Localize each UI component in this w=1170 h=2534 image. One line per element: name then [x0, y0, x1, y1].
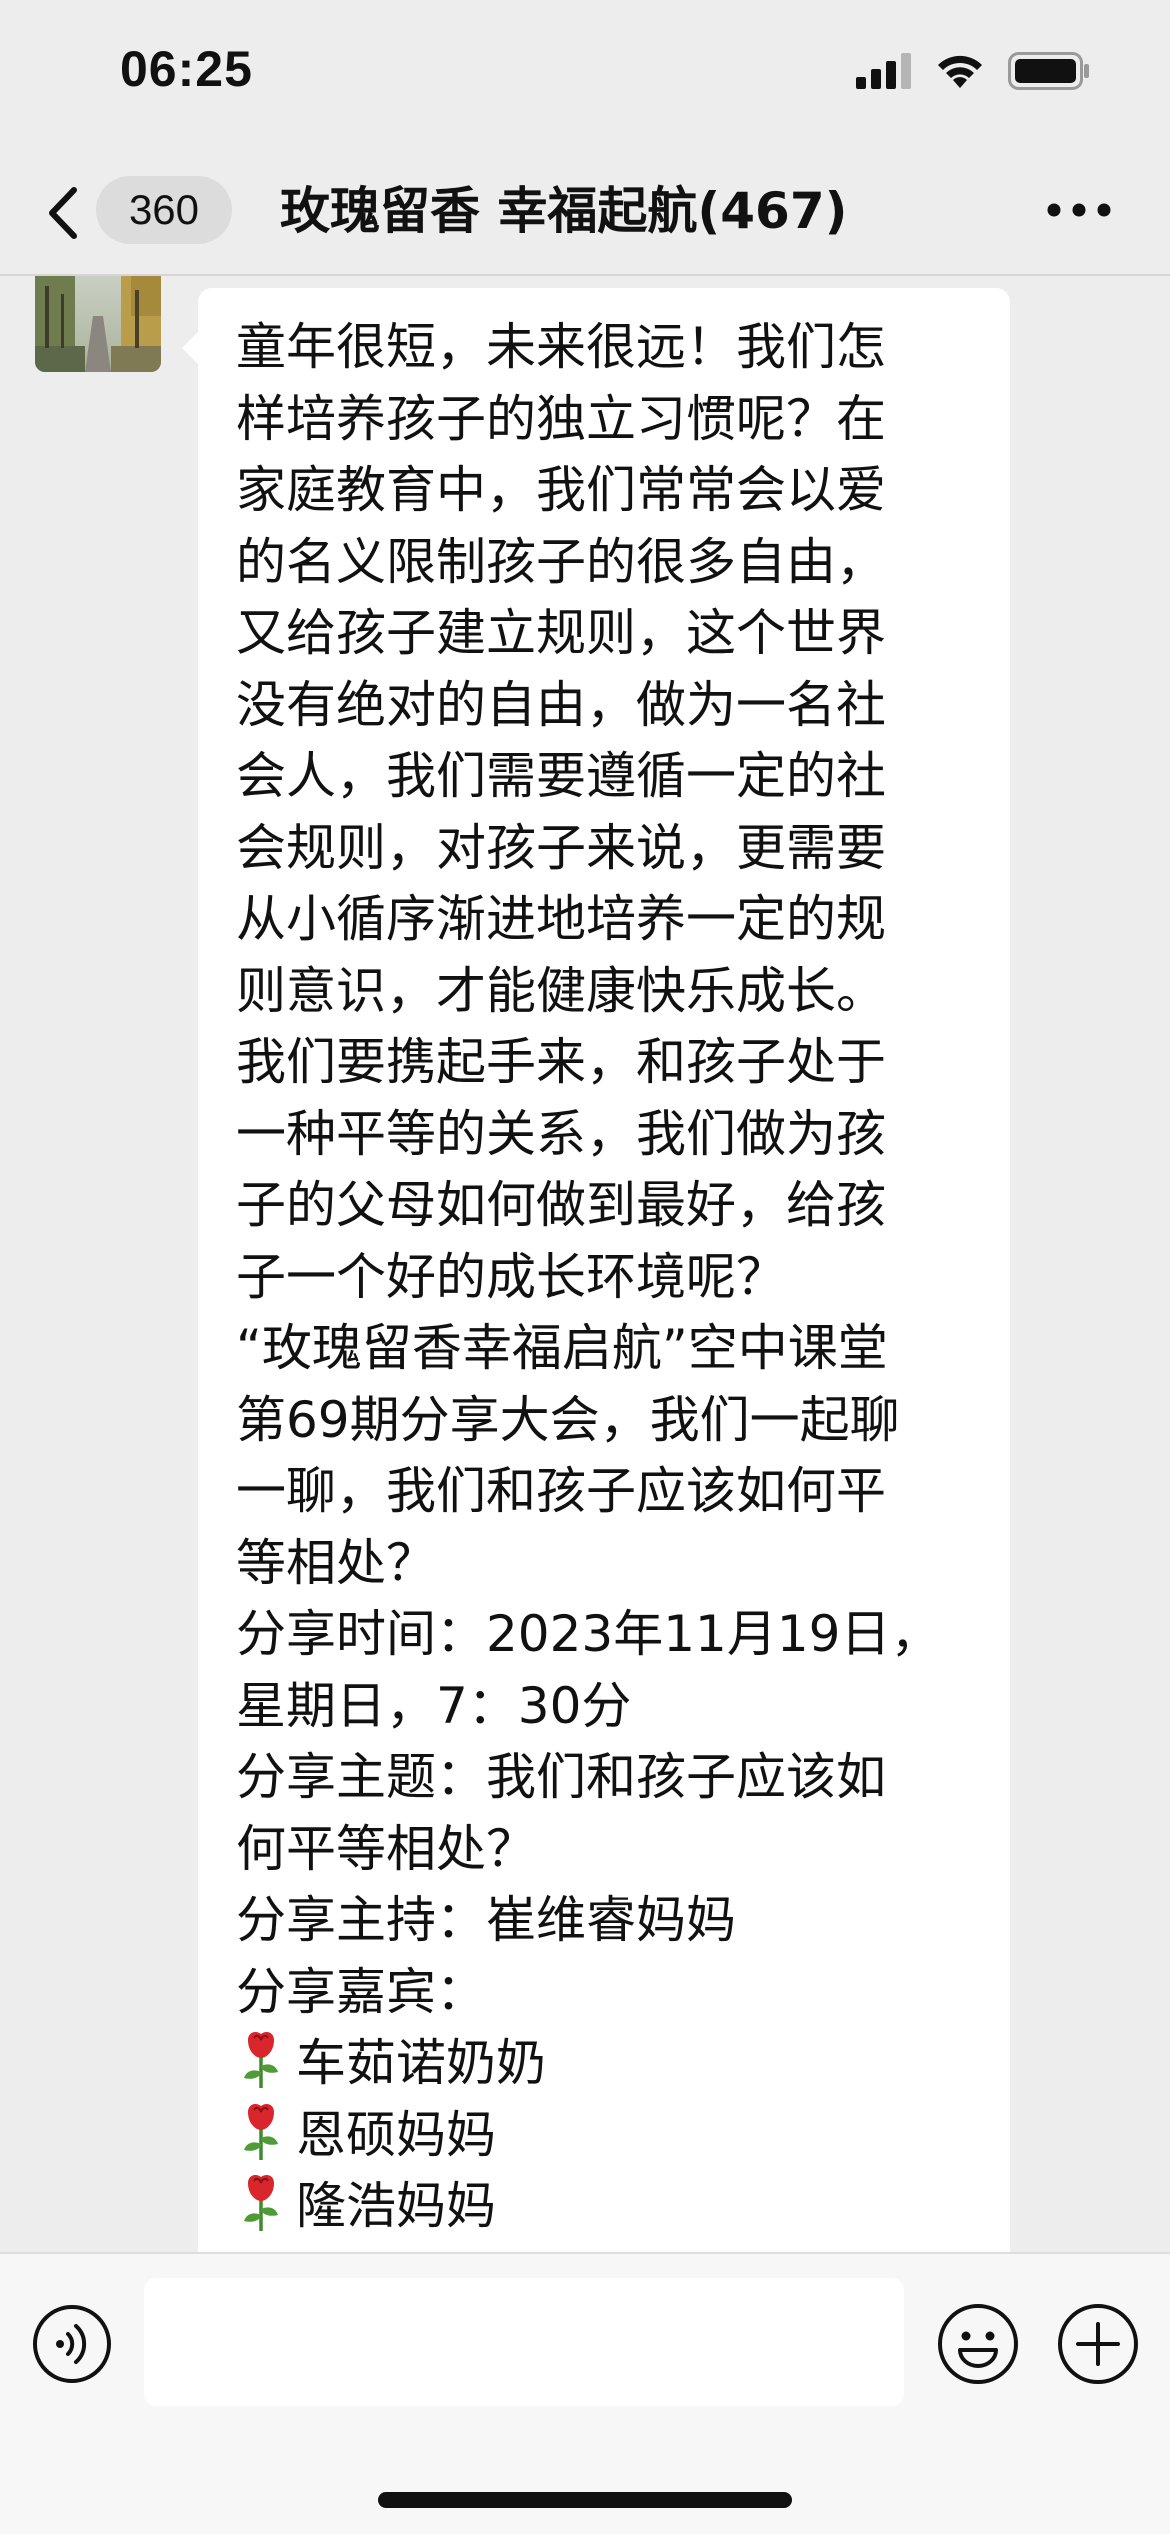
chat-header: 360 玫瑰留香 幸福起航(467) — [0, 150, 1170, 276]
more-button[interactable] — [1044, 190, 1114, 230]
message-line: 童年很短，未来很远！我们怎 — [236, 318, 886, 376]
message-input[interactable] — [144, 2278, 904, 2406]
status-time: 06:25 — [120, 41, 253, 97]
status-icons — [856, 52, 1090, 94]
message-line: 第69期分享大会，我们一起聊 — [236, 1390, 900, 1449]
message-line: 分享主持：崔维睿妈妈 — [236, 1891, 736, 1949]
rose-icon — [244, 2032, 278, 2088]
message-line: “玫瑰留香幸福启航”空中课堂 — [236, 1319, 888, 1377]
message-line: 会规则，对孩子来说，更需要 — [236, 818, 886, 877]
message-line: 会人，我们需要遵循一定的社 — [236, 747, 886, 805]
message-line: 又给孩子建立规则，这个世界 — [236, 604, 886, 662]
message-line: 一种平等的关系，我们做为孩 — [236, 1104, 886, 1163]
chevron-left-icon — [49, 187, 77, 239]
guest-name: 车茹诺奶奶 — [296, 2034, 546, 2092]
rose-icon — [244, 2103, 278, 2160]
guest-name: 隆浩妈妈 — [296, 2177, 496, 2235]
message-line: 子的父母如何做到最好，给孩 — [236, 1176, 886, 1234]
message-line: 没有绝对的自由，做为一名社 — [236, 675, 886, 734]
voice-button[interactable] — [32, 2304, 112, 2384]
message-line: 我们要携起手来，和孩子处于 — [236, 1033, 886, 1091]
sender-avatar[interactable] — [35, 276, 161, 372]
message-line: 一聊，我们和孩子应该如何平 — [236, 1462, 886, 1520]
message-line: 家庭教育中，我们常常会以爱 — [236, 461, 886, 519]
message-line: 等相处？ — [236, 1533, 436, 1592]
message-text: 童年很短，未来很远！我们怎 样培养孩子的独立习惯呢？在 家庭教育中，我们常常会以… — [236, 312, 986, 2243]
message-line: 何平等相处？ — [236, 1819, 536, 1878]
message-line: 的名义限制孩子的很多自由， — [236, 532, 886, 591]
guest-name: 恩硕妈妈 — [296, 2105, 496, 2164]
chat-title[interactable]: 玫瑰留香 幸福起航(467) — [280, 176, 847, 246]
battery-icon — [1008, 52, 1090, 94]
message-line: 子一个好的成长环境呢？ — [236, 1247, 786, 1306]
message-list[interactable]: 童年很短，未来很远！我们怎 样培养孩子的独立习惯呢？在 家庭教育中，我们常常会以… — [0, 276, 1170, 2252]
guest-line: 车茹诺奶奶 — [236, 2028, 986, 2100]
message-line: 从小循序渐进地培养一定的规 — [236, 890, 886, 948]
message-line: 样培养孩子的独立习惯呢？在 — [236, 389, 886, 448]
message-line: 分享嘉宾： — [236, 1962, 486, 2021]
back-button[interactable] — [40, 178, 90, 248]
message-line: 分享主题：我们和孩子应该如 — [236, 1748, 886, 1806]
message-line: 星期日，7：30分 — [236, 1676, 632, 1735]
more-actions-button[interactable] — [1056, 2302, 1140, 2386]
home-indicator[interactable] — [378, 2492, 792, 2508]
message-line: 则意识，才能健康快乐成长。 — [236, 961, 886, 1020]
message-bubble[interactable]: 童年很短，未来很远！我们怎 样培养孩子的独立习惯呢？在 家庭教育中，我们常常会以… — [182, 288, 1010, 2252]
more-dots-icon — [1047, 203, 1111, 217]
emoji-icon — [938, 2304, 1018, 2384]
unread-count-badge[interactable]: 360 — [96, 176, 232, 244]
cellular-signal-icon — [856, 53, 912, 93]
wifi-icon — [934, 52, 986, 94]
message-line: 分享时间：2023年11月19日， — [236, 1605, 941, 1663]
emoji-button[interactable] — [936, 2302, 1020, 2386]
guest-line: 隆浩妈妈 — [236, 2171, 986, 2243]
chat-input-bar — [0, 2252, 1170, 2534]
rose-icon — [244, 2175, 278, 2231]
plus-icon — [1058, 2304, 1138, 2384]
voice-icon — [33, 2305, 111, 2383]
guest-line: 恩硕妈妈 — [236, 2100, 986, 2172]
status-bar: 06:25 — [0, 0, 1170, 150]
